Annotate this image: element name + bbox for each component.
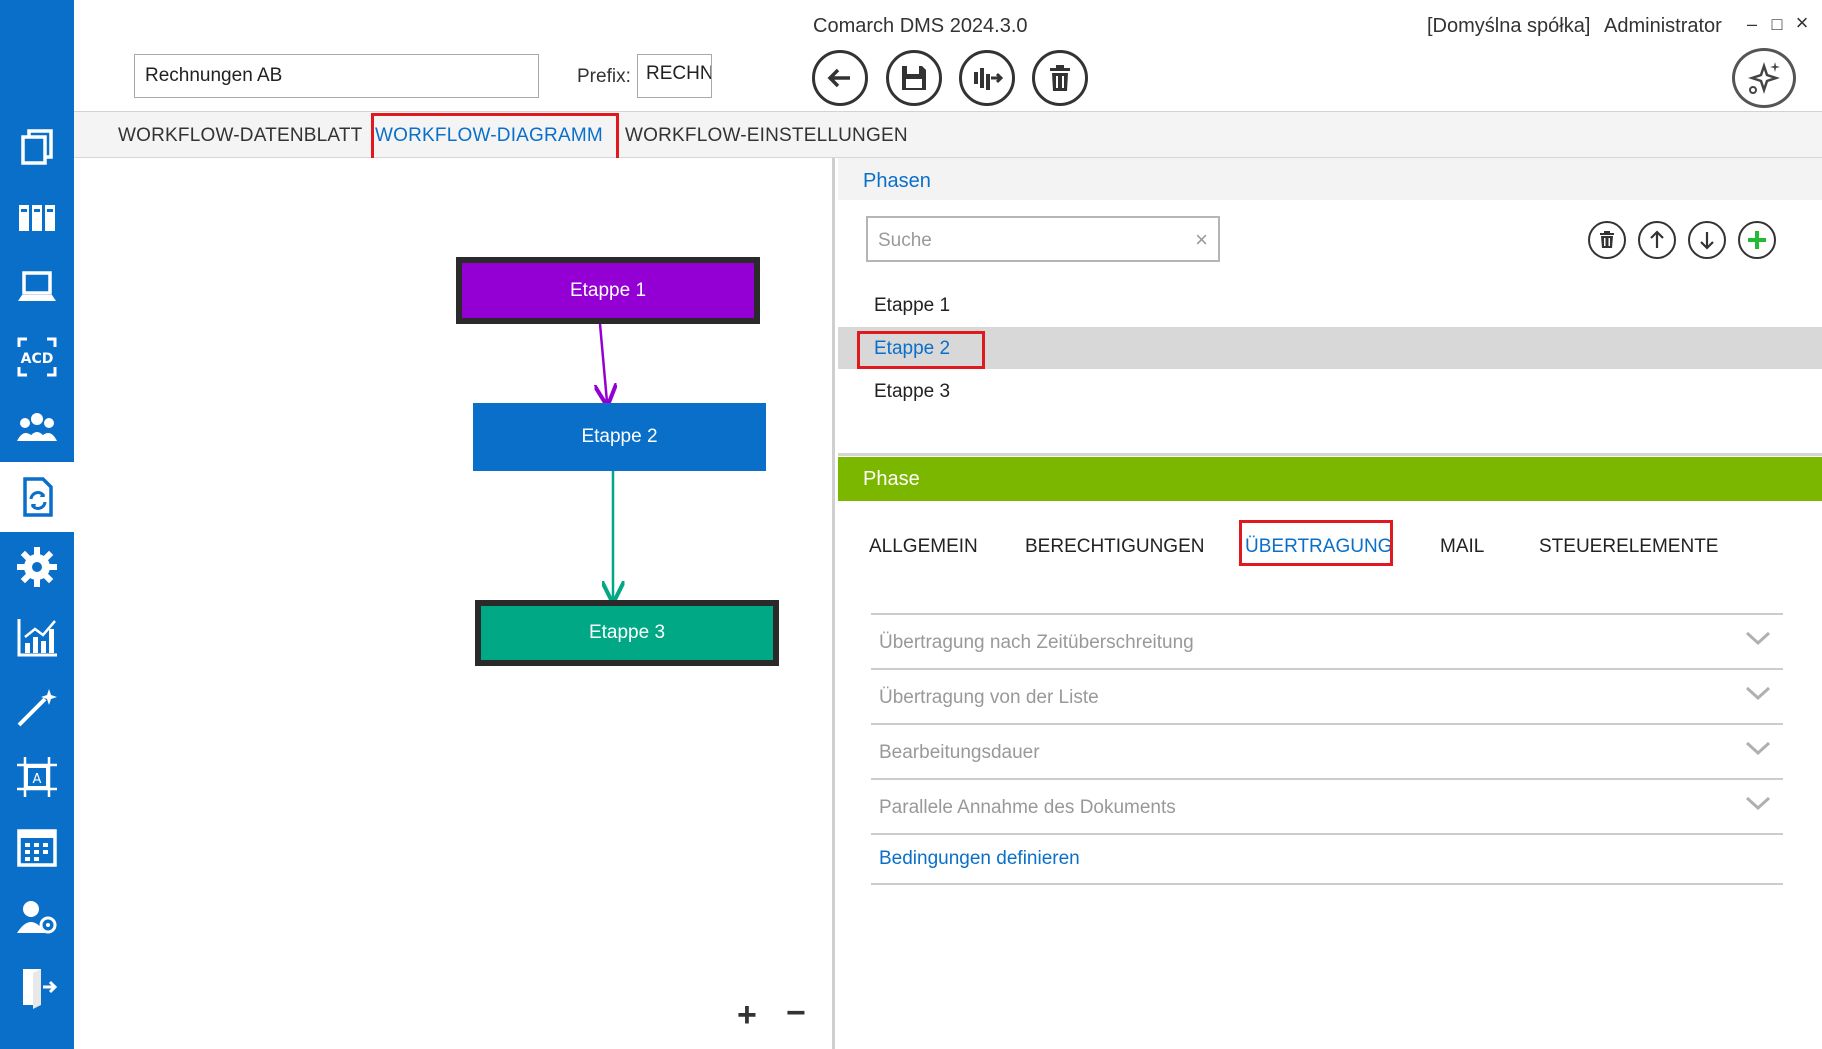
section-processing-time[interactable]: Bearbeitungsdauer — [871, 725, 1783, 780]
ai-assistant-button[interactable] — [1732, 48, 1796, 108]
phase-list-item-etappe-1[interactable]: Etappe 1 — [838, 284, 1822, 326]
zoom-in-button[interactable]: + — [737, 998, 757, 1032]
chart-icon — [17, 619, 57, 657]
user-settings-icon — [17, 901, 57, 934]
sidebar-item-documents[interactable] — [0, 112, 74, 182]
sidebar-item-user-admin[interactable] — [0, 882, 74, 952]
section-label: Übertragung nach Zeitüberschreitung — [879, 632, 1194, 653]
save-and-close-button[interactable] — [959, 50, 1015, 106]
gear-icon — [17, 547, 57, 587]
search-placeholder: Suche — [878, 230, 932, 251]
chevron-down-icon — [1745, 631, 1771, 646]
binders-icon — [19, 205, 55, 231]
chevron-down-icon — [1745, 686, 1771, 701]
phase-title: Phase — [863, 468, 920, 490]
app-title: Comarch DMS 2024.3.0 — [813, 15, 1028, 37]
text-frame-icon: A — [17, 757, 57, 797]
subtab-highlight-frame — [1239, 520, 1393, 566]
laptop-icon — [18, 271, 56, 301]
minimize-button[interactable]: – — [1743, 14, 1761, 35]
section-divider — [871, 883, 1783, 885]
ocr-acd-icon: ACD — [17, 337, 57, 377]
move-phase-up-button[interactable] — [1638, 221, 1676, 259]
move-phase-down-button[interactable] — [1688, 221, 1726, 259]
diagram-node-etappe-3[interactable]: Etappe 3 — [475, 600, 779, 666]
section-label: Parallele Annahme des Dokuments — [879, 797, 1176, 818]
list-item-highlight-frame — [857, 331, 985, 369]
section-parallel-acceptance[interactable]: Parallele Annahme des Dokuments — [871, 780, 1783, 835]
prefix-input[interactable]: RECHN — [637, 54, 712, 98]
sidebar-item-laptop[interactable] — [0, 252, 74, 322]
maximize-button[interactable]: □ — [1768, 14, 1786, 35]
delete-phase-button[interactable] — [1588, 221, 1626, 259]
user-label: Administrator — [1604, 15, 1722, 37]
sidebar-item-wizard[interactable] — [0, 672, 74, 742]
back-button[interactable] — [812, 50, 868, 106]
save-exit-icon — [974, 68, 1003, 90]
save-button[interactable] — [886, 50, 942, 106]
sidebar-item-users[interactable] — [0, 392, 74, 462]
trash-icon — [1050, 65, 1070, 91]
define-conditions-link[interactable]: Bedingungen definieren — [879, 848, 1080, 870]
phase-header: Phase — [838, 457, 1822, 501]
sidebar-item-ocr[interactable]: ACD — [0, 322, 74, 392]
tab-workflow-datasheet[interactable]: WORKFLOW-DATENBLATT — [118, 125, 362, 147]
header: Prefix: RECHN Comarch DMS 2024.3.0 [Domy… — [74, 0, 1822, 112]
phasen-title: Phasen — [863, 170, 931, 192]
chevron-down-icon — [1745, 796, 1771, 811]
section-list-transfer[interactable]: Übertragung von der Liste — [871, 670, 1783, 725]
subtab-berechtigungen[interactable]: BERECHTIGUNGEN — [1025, 536, 1204, 558]
subtab-mail[interactable]: MAIL — [1440, 536, 1484, 558]
sidebar-item-templates[interactable]: A — [0, 742, 74, 812]
phasen-header: Phasen — [838, 158, 1822, 200]
chevron-down-icon — [1745, 741, 1771, 756]
subtab-allgemein[interactable]: ALLGEMEIN — [869, 536, 978, 558]
prefix-label: Prefix: — [577, 66, 631, 87]
tab-workflow-settings[interactable]: WORKFLOW-EINSTELLUNGEN — [625, 125, 908, 147]
sidebar-item-settings[interactable] — [0, 532, 74, 602]
add-phase-button[interactable] — [1738, 221, 1776, 259]
svg-text:A: A — [33, 772, 42, 787]
trash-icon — [1600, 231, 1614, 248]
arrow-down-icon — [1700, 232, 1714, 250]
sidebar: ACD A — [0, 0, 74, 1049]
calendar-icon — [17, 829, 57, 867]
section-label: Bearbeitungsdauer — [879, 742, 1040, 763]
phase-search-input[interactable]: Suche × — [866, 216, 1220, 262]
exit-icon — [23, 969, 58, 1009]
save-icon — [902, 66, 926, 90]
diagram-node-etappe-2[interactable]: Etappe 2 — [473, 403, 766, 471]
workflow-diagram-canvas[interactable]: Etappe 1 Etappe 2 Etappe 3 + − — [74, 158, 835, 1049]
documents-icon — [21, 129, 53, 165]
company-label: [Domyślna spółka] — [1427, 15, 1591, 37]
workflow-document-icon — [23, 477, 53, 517]
diagram-node-etappe-1[interactable]: Etappe 1 — [456, 257, 760, 324]
phase-list-item-etappe-2[interactable]: Etappe 2 — [838, 327, 1822, 369]
section-label: Übertragung von der Liste — [879, 687, 1099, 708]
svg-text:ACD: ACD — [21, 351, 54, 367]
plus-icon — [1748, 231, 1766, 249]
sidebar-item-workflow[interactable] — [0, 462, 74, 532]
tab-highlight-frame — [371, 113, 619, 163]
workflow-tabs: WORKFLOW-DATENBLATT WORKFLOW-DIAGRAMM WO… — [74, 112, 1822, 158]
users-group-icon — [17, 413, 57, 441]
workflow-name-input[interactable] — [134, 54, 539, 98]
arrow-up-icon — [1650, 230, 1664, 248]
phase-list-item-etappe-3[interactable]: Etappe 3 — [838, 370, 1822, 412]
clear-search-icon[interactable]: × — [1195, 227, 1208, 253]
section-timeout-transfer[interactable]: Übertragung nach Zeitüberschreitung — [871, 615, 1783, 670]
sparkles-icon — [1748, 62, 1780, 94]
sidebar-item-calendar[interactable] — [0, 812, 74, 882]
sidebar-item-analytics[interactable] — [0, 602, 74, 672]
magic-wand-icon — [17, 689, 57, 727]
close-button[interactable]: × — [1793, 10, 1811, 36]
delete-button[interactable] — [1032, 50, 1088, 106]
connector-etappe1-etappe2 — [600, 323, 607, 402]
sidebar-item-binders[interactable] — [0, 182, 74, 252]
zoom-out-button[interactable]: − — [786, 996, 806, 1030]
sidebar-item-exit[interactable] — [0, 952, 74, 1022]
panel-divider — [838, 453, 1822, 456]
arrow-left-icon — [827, 68, 850, 88]
subtab-steuerelemente[interactable]: STEUERELEMENTE — [1539, 536, 1718, 558]
